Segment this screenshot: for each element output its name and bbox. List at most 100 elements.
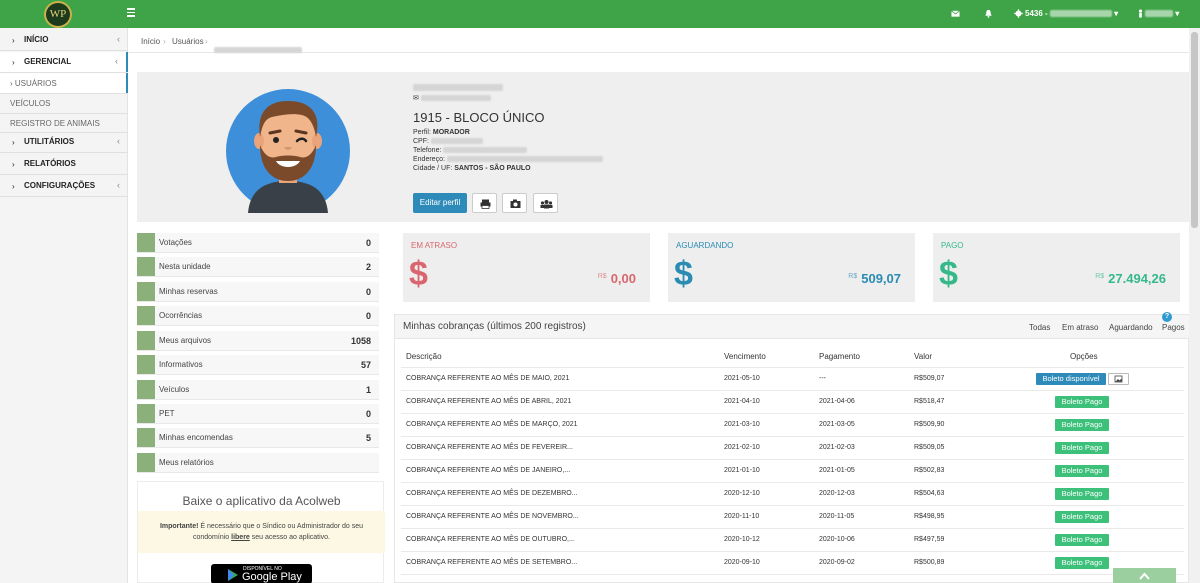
boleto-pago-button[interactable]: Boleto Pago <box>1055 488 1109 500</box>
mail-icon[interactable] <box>951 9 960 18</box>
cell-vencimento: 2020-10-12 <box>724 536 760 543</box>
sidebar-item-configuracoes[interactable]: › CONFIGURAÇÕES ‹ <box>0 176 128 196</box>
google-play-button[interactable]: DISPONÍVEL NO Google Play <box>211 564 312 583</box>
profile-panel: ✉ 1915 - BLOCO ÚNICO Perfil: MORADOR CPF… <box>137 72 1189 222</box>
stat-minhas-encomendas[interactable]: Minhas encomendas 5 <box>137 428 379 448</box>
card-aguardando: AGUARDANDO $ R$ 509,07 <box>668 233 915 302</box>
cell-vencimento: 2021-04-10 <box>724 398 760 405</box>
stat-label: Meus relatórios <box>159 458 214 467</box>
back-to-top-button[interactable] <box>1113 568 1176 583</box>
cell-pagamento: 2020-09-02 <box>819 559 855 566</box>
sidebar-subitem-label: › USUÁRIOS <box>10 79 57 88</box>
breadcrumb-usuarios[interactable]: Usuários <box>172 37 204 46</box>
group-button[interactable] <box>533 193 558 213</box>
menu-toggle-icon[interactable] <box>127 8 135 17</box>
stat-pet[interactable]: PET 0 <box>137 404 379 424</box>
card-amount: R$ 0,00 <box>598 271 636 286</box>
filter-pagos[interactable]: Pagos <box>1162 323 1185 332</box>
caret-down-icon: ▾ <box>1175 9 1180 18</box>
sidebar-item-utilitarios[interactable]: › UTILITÁRIOS ‹ <box>0 132 128 152</box>
help-icon[interactable]: ? <box>1162 312 1172 322</box>
sidebar-item-gerencial[interactable]: › GERENCIAL ‹ <box>0 52 128 72</box>
stat-nesta-unidade[interactable]: Nesta unidade 2 <box>137 257 379 277</box>
stat-label: Minhas reservas <box>159 287 218 296</box>
breadcrumb-separator-icon: › <box>205 37 208 46</box>
cell-vencimento: 2021-05-10 <box>724 375 760 382</box>
scrollbar-thumb[interactable] <box>1191 32 1198 228</box>
stat-informativos[interactable]: Informativos 57 <box>137 355 379 375</box>
boleto-preview-button[interactable] <box>1108 373 1129 385</box>
cell-pagamento: 2020-11-05 <box>819 513 855 520</box>
filter-em-atraso[interactable]: Em atraso <box>1062 323 1098 332</box>
note-text-end: seu acesso ao aplicativo. <box>251 534 330 541</box>
sidebar-item-inicio[interactable]: › INÍCIO ‹ <box>0 30 128 50</box>
note-link[interactable]: libere <box>231 534 250 541</box>
cell-valor: R$509,07 <box>914 375 945 382</box>
note-bold: Importante! <box>159 523 199 530</box>
boleto-pago-button[interactable]: Boleto Pago <box>1055 534 1109 546</box>
filter-aguardando[interactable]: Aguardando <box>1109 323 1153 332</box>
stat-meus-arquivos[interactable]: Meus arquivos 1058 <box>137 331 379 351</box>
cell-pagamento: 2020-10-06 <box>819 536 855 543</box>
stat-minhas-reservas[interactable]: Minhas reservas 0 <box>137 282 379 302</box>
cell-valor: R$509,90 <box>914 421 945 428</box>
mail-outline-icon: ✉ <box>413 95 419 102</box>
stat-value: 5 <box>365 433 371 443</box>
divider <box>0 174 128 175</box>
profile-city-value: SANTOS - SÃO PAULO <box>454 165 531 172</box>
sidebar: › INÍCIO ‹ › GERENCIAL ‹ › USUÁRIOS VEÍC… <box>0 28 128 583</box>
breadcrumb: Início › Usuários › <box>129 28 1189 53</box>
card-title: PAGO <box>941 241 964 250</box>
sidebar-item-label: CONFIGURAÇÕES <box>24 181 96 190</box>
dollar-icon: $ <box>939 255 958 293</box>
stat-meus-relatorios[interactable]: Meus relatórios <box>137 453 379 473</box>
table-row: COBRANÇA REFERENTE AO MÊS DE NOVEMBRO...… <box>401 505 1184 528</box>
cell-pagamento: --- <box>819 375 826 382</box>
stat-veiculos[interactable]: Veículos 1 <box>137 380 379 400</box>
user-menu[interactable]: ▾ <box>1145 9 1179 18</box>
cell-pagamento: 2021-03-05 <box>819 421 855 428</box>
card-currency: R$ <box>1095 273 1105 280</box>
sidebar-item-relatorios[interactable]: › RELATÓRIOS <box>0 154 128 174</box>
print-button[interactable] <box>472 193 497 213</box>
car-icon <box>137 380 155 399</box>
stat-votacoes[interactable]: Votações 0 <box>137 233 379 253</box>
boleto-pago-button[interactable]: Boleto Pago <box>1055 396 1109 408</box>
filter-todas[interactable]: Todas <box>1029 323 1050 332</box>
stat-value: 1058 <box>350 336 371 346</box>
photo-button[interactable] <box>502 193 527 213</box>
sidebar-item-usuarios[interactable]: › USUÁRIOS <box>0 73 128 93</box>
table-row: COBRANÇA REFERENTE AO MÊS DE DEZEMBRO...… <box>401 482 1184 505</box>
chevron-left-icon: ‹ <box>115 56 118 66</box>
card-currency: R$ <box>848 273 858 280</box>
cell-valor: R$500,89 <box>914 559 945 566</box>
stat-label: Minhas encomendas <box>159 433 233 442</box>
edit-profile-button[interactable]: Editar perfil <box>413 193 467 213</box>
chevron-up-icon <box>1139 572 1150 580</box>
boleto-pago-button[interactable]: Boleto Pago <box>1055 511 1109 523</box>
scrollbar[interactable] <box>1189 28 1200 583</box>
heart-icon <box>137 404 155 423</box>
sidebar-item-registro-animais[interactable]: REGISTRO DE ANIMAIS <box>0 113 128 133</box>
boleto-pago-button[interactable]: Boleto Pago <box>1055 442 1109 454</box>
table-row: COBRANÇA REFERENTE AO MÊS DE OUTUBRO,...… <box>401 528 1184 551</box>
stat-ocorrencias[interactable]: Ocorrências 0 <box>137 306 379 326</box>
cell-valor: R$498,95 <box>914 513 945 520</box>
boleto-pago-button[interactable]: Boleto Pago <box>1055 557 1109 569</box>
account-selector[interactable]: 5436 - ▾ <box>1025 9 1118 18</box>
sidebar-item-veiculos[interactable]: VEÍCULOS <box>0 93 128 113</box>
stat-value: 0 <box>365 409 371 419</box>
boleto-disponivel-button[interactable]: Boleto disponível <box>1036 373 1106 385</box>
gear-icon <box>1014 9 1023 18</box>
bell-icon[interactable] <box>984 9 993 18</box>
logo[interactable]: WP <box>44 1 72 28</box>
user-icon <box>1138 9 1143 18</box>
unit-title: 1915 - BLOCO ÚNICO <box>413 110 545 125</box>
calendar-icon <box>137 282 155 301</box>
profile-phone-label: Telefone: <box>413 147 442 154</box>
boleto-pago-button[interactable]: Boleto Pago <box>1055 419 1109 431</box>
image-icon <box>1114 375 1123 383</box>
sidebar-item-label: RELATÓRIOS <box>24 159 76 168</box>
boleto-pago-button[interactable]: Boleto Pago <box>1055 465 1109 477</box>
breadcrumb-home[interactable]: Início <box>141 37 160 46</box>
